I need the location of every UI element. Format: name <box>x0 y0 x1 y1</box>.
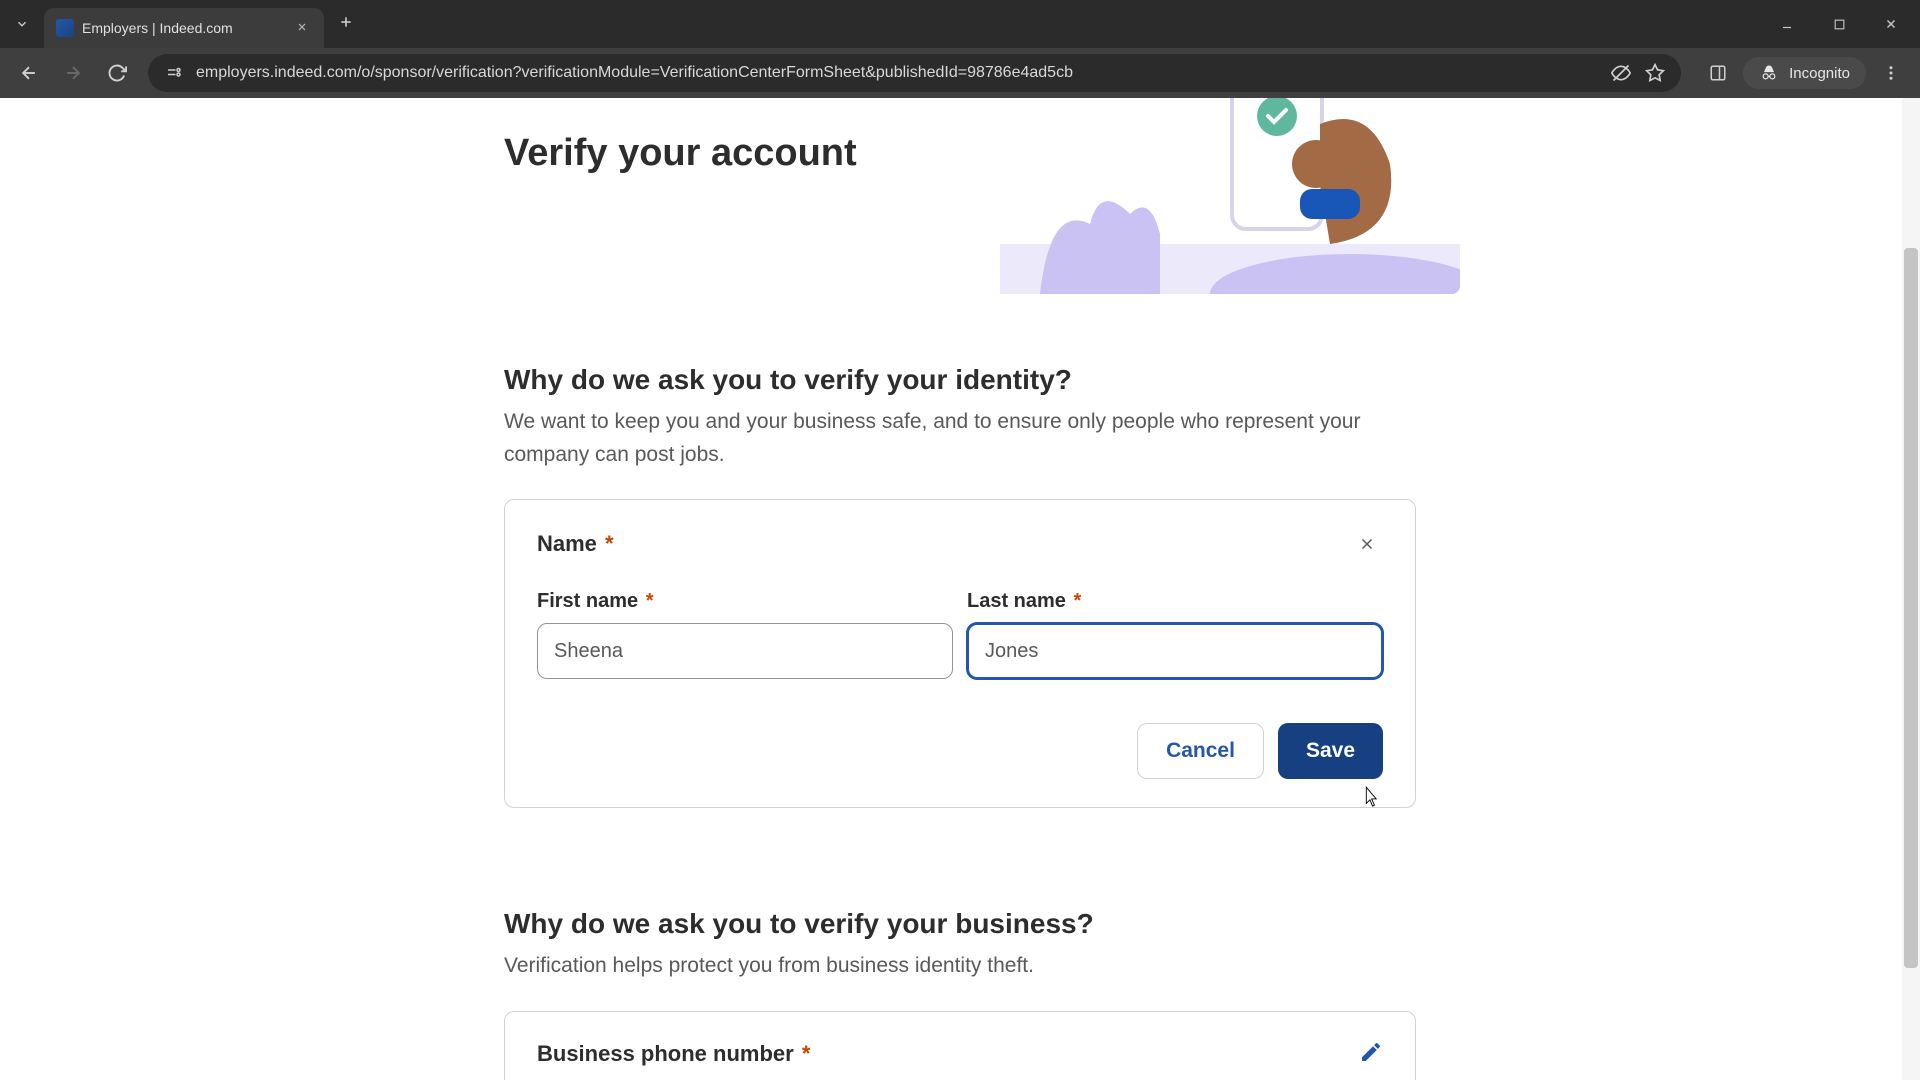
scrollbar-thumb[interactable] <box>1904 248 1918 968</box>
tab-search-dropdown[interactable] <box>0 0 44 48</box>
tab-favicon-icon <box>56 19 74 37</box>
url-bar[interactable]: employers.indeed.com/o/sponsor/verificat… <box>148 54 1681 92</box>
browser-menu-button[interactable] <box>1872 54 1910 92</box>
site-info-icon[interactable] <box>162 61 186 85</box>
tab-close-button[interactable] <box>292 16 312 40</box>
page-viewport: Verify your account Why do we ask you to… <box>0 98 1920 1080</box>
side-panel-button[interactable] <box>1699 54 1737 92</box>
first-name-label: First name * <box>537 590 654 613</box>
required-asterisk: * <box>796 1041 811 1066</box>
bookmark-icon[interactable] <box>1643 61 1667 85</box>
tracking-protection-icon[interactable] <box>1609 61 1633 85</box>
name-card: Name * First name * <box>504 499 1416 808</box>
last-name-input[interactable] <box>967 623 1383 679</box>
toolbar-right: Incognito <box>1693 54 1910 92</box>
browser-tab-strip: Employers | Indeed.com <box>0 0 1920 48</box>
required-asterisk: * <box>640 590 653 612</box>
identity-heading: Why do we ask you to verify your identit… <box>504 364 1416 396</box>
window-controls <box>1762 4 1920 44</box>
pencil-icon <box>1359 1040 1383 1064</box>
business-heading: Why do we ask you to verify your busines… <box>504 908 1416 940</box>
business-section: Why do we ask you to verify your busines… <box>460 908 1460 1080</box>
nav-reload-button[interactable] <box>98 54 136 92</box>
business-description: Verification helps protect you from busi… <box>504 950 1416 983</box>
required-asterisk: * <box>599 531 614 556</box>
hero-banner: Verify your account <box>460 98 1460 294</box>
first-name-input[interactable] <box>537 623 953 679</box>
incognito-label: Incognito <box>1789 65 1850 82</box>
required-asterisk: * <box>1068 590 1081 612</box>
window-close-button[interactable] <box>1866 4 1916 44</box>
window-maximize-button[interactable] <box>1814 4 1864 44</box>
name-card-title: Name * <box>537 531 614 557</box>
last-name-label: Last name * <box>967 590 1081 613</box>
identity-section: Why do we ask you to verify your identit… <box>460 364 1460 808</box>
save-button[interactable]: Save <box>1278 723 1383 779</box>
incognito-indicator[interactable]: Incognito <box>1743 57 1866 89</box>
nav-forward-button[interactable] <box>54 54 92 92</box>
close-card-button[interactable] <box>1351 528 1383 560</box>
phone-card-title: Business phone number * <box>537 1041 810 1067</box>
incognito-icon <box>1759 63 1779 83</box>
scrollbar-track[interactable] <box>1902 98 1920 1080</box>
identity-description: We want to keep you and your business sa… <box>504 406 1416 471</box>
browser-toolbar: employers.indeed.com/o/sponsor/verificat… <box>0 48 1920 98</box>
edit-phone-button[interactable] <box>1359 1040 1383 1069</box>
hero-illustration-icon <box>1000 98 1460 294</box>
browser-tab[interactable]: Employers | Indeed.com <box>44 8 324 48</box>
tab-title: Employers | Indeed.com <box>82 20 284 36</box>
new-tab-button[interactable] <box>324 13 368 36</box>
nav-back-button[interactable] <box>10 54 48 92</box>
cancel-button[interactable]: Cancel <box>1137 723 1264 779</box>
window-minimize-button[interactable] <box>1762 4 1812 44</box>
close-icon <box>1358 535 1376 553</box>
phone-card: Business phone number * <box>504 1011 1416 1080</box>
page-title: Verify your account <box>460 132 857 175</box>
url-text: employers.indeed.com/o/sponsor/verificat… <box>196 64 1599 82</box>
